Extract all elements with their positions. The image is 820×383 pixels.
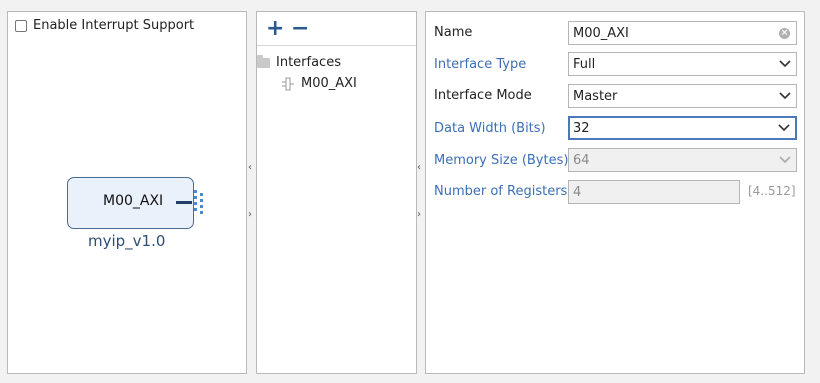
name-value: M00_AXI (573, 25, 629, 41)
chevron-down-icon[interactable] (774, 92, 796, 100)
name-label: Name (434, 25, 473, 40)
plus-icon[interactable]: + (266, 18, 284, 40)
minus-icon[interactable]: − (291, 18, 309, 40)
folder-icon (257, 54, 270, 68)
tree-item-label: Interfaces (276, 55, 341, 70)
toolbar-divider (257, 45, 416, 46)
chevron-down-icon[interactable] (774, 60, 796, 68)
interfaces-panel: + − Interfaces M00_AXI (256, 11, 417, 374)
expand-mid-arrow-icon[interactable]: › (417, 209, 421, 220)
interface-type-select[interactable]: Full (568, 52, 797, 76)
ip-port-pin[interactable] (176, 201, 192, 204)
num-registers-range: [4..512] (748, 184, 796, 198)
chevron-down-icon (774, 156, 796, 164)
tree-item-interfaces[interactable]: Interfaces (257, 54, 341, 70)
tree-item-label: M00_AXI (301, 76, 357, 91)
tree-item-m00-axi[interactable]: M00_AXI (281, 76, 357, 91)
data-width-value: 32 (573, 120, 590, 136)
collapse-left-arrow-icon[interactable]: ‹ (248, 162, 252, 173)
interface-mode-select[interactable]: Master (568, 84, 797, 108)
clear-icon[interactable]: × (779, 27, 790, 39)
num-registers-value: 4 (573, 184, 582, 200)
interface-mode-value: Master (573, 88, 618, 104)
memory-size-select: 64 (568, 148, 797, 172)
name-field[interactable]: M00_AXI × (568, 21, 797, 45)
enable-interrupt-checkbox-row[interactable]: Enable Interrupt Support (15, 18, 194, 33)
ip-block[interactable]: M00_AXI (67, 177, 194, 229)
data-width-select[interactable]: 32 (568, 116, 797, 140)
interface-type-value: Full (573, 56, 596, 72)
memory-size-label: Memory Size (Bytes) (434, 153, 569, 168)
collapse-mid-arrow-icon[interactable]: ‹ (417, 162, 421, 173)
enable-interrupt-checkbox[interactable] (15, 19, 27, 32)
num-registers-label: Number of Registers (434, 184, 568, 199)
ip-port-label: M00_AXI (103, 193, 164, 209)
chevron-down-icon[interactable] (773, 124, 795, 132)
ip-port-expand-icon[interactable] (194, 190, 208, 216)
block-diagram-panel: Enable Interrupt Support M00_AXI myip_v1… (7, 11, 247, 374)
properties-panel: Name M00_AXI × Interface Type Full Inter… (425, 11, 805, 374)
num-registers-field: 4 (568, 180, 740, 204)
data-width-label: Data Width (Bits) (434, 121, 546, 136)
bus-interface-icon (282, 77, 294, 90)
expand-left-arrow-icon[interactable]: › (248, 209, 252, 220)
interface-type-label: Interface Type (434, 57, 527, 72)
enable-interrupt-label: Enable Interrupt Support (33, 18, 195, 33)
interface-mode-label: Interface Mode (434, 88, 532, 103)
memory-size-value: 64 (573, 152, 590, 168)
ip-block-name: myip_v1.0 (88, 232, 166, 250)
